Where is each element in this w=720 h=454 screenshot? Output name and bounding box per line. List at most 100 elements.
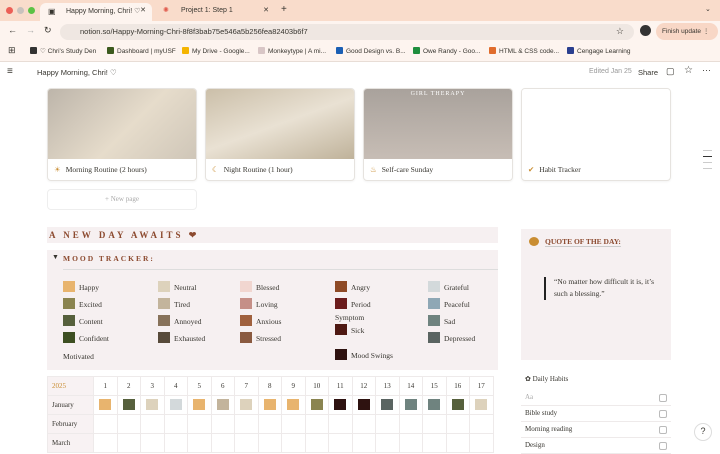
gallery-card[interactable]: ☾ Night Routine (1 hour)	[205, 88, 355, 181]
calendar-cell[interactable]	[93, 395, 118, 415]
toggle-triangle-icon[interactable]: ▼	[52, 254, 59, 261]
calendar-cell[interactable]	[210, 395, 235, 415]
calendar-cell[interactable]	[351, 395, 376, 415]
calendar-cell[interactable]	[187, 414, 212, 434]
calendar-cell[interactable]	[281, 395, 306, 415]
calendar-cell[interactable]	[469, 395, 494, 415]
apps-grid-icon[interactable]: ⊞	[8, 45, 16, 56]
bookmark-item[interactable]: Cengage Learning	[567, 47, 631, 55]
back-icon[interactable]: ←	[8, 25, 17, 35]
bookmark-item[interactable]: Owe Randy - Goo...	[413, 47, 480, 55]
calendar-cell[interactable]	[422, 395, 447, 415]
toc-marker[interactable]	[703, 150, 712, 151]
calendar-cell[interactable]	[375, 414, 400, 434]
mood-cell	[287, 398, 300, 410]
comments-icon[interactable]: ▢	[666, 66, 675, 77]
calendar-cell[interactable]	[116, 414, 141, 434]
close-window-button[interactable]	[6, 7, 13, 14]
bookmark-item[interactable]: HTML & CSS code...	[489, 47, 559, 55]
calendar-cell[interactable]	[328, 414, 353, 434]
habit-checkbox[interactable]	[659, 426, 667, 434]
calendar-cell[interactable]	[351, 414, 376, 434]
calendar-cell[interactable]	[328, 395, 353, 415]
calendar-cell[interactable]	[281, 414, 306, 434]
calendar-cell[interactable]	[140, 395, 165, 415]
calendar-cell[interactable]	[398, 414, 423, 434]
card-title: Night Routine (1 hour)	[223, 165, 293, 174]
gallery-card[interactable]: ☀ Morning Routine (2 hours)	[47, 88, 197, 181]
calendar-cell[interactable]	[163, 414, 188, 434]
mood-label: Sad	[444, 317, 456, 326]
maximize-window-button[interactable]	[28, 7, 35, 14]
bookmark-item[interactable]: Good Design vs. B...	[336, 47, 406, 55]
mood-legend-item: Excited	[63, 298, 102, 309]
share-button[interactable]: Share	[638, 68, 658, 77]
calendar-cell[interactable]	[445, 414, 470, 434]
calendar-cell[interactable]	[398, 395, 423, 415]
more-options-icon[interactable]: ···	[702, 65, 711, 75]
calendar-cell[interactable]	[187, 395, 212, 415]
url-bar[interactable]: notion.so/Happy-Morning-Chri-8f8f3bab75e…	[60, 24, 634, 40]
gallery-card[interactable]: ✔ Habit Tracker	[521, 88, 671, 181]
bookmark-item[interactable]: Monkeytype | A mi...	[258, 47, 326, 55]
calendar-cell[interactable]	[304, 414, 329, 434]
calendar-cell[interactable]	[234, 414, 259, 434]
favorite-star-icon[interactable]: ☆	[684, 65, 693, 76]
mood-swatch	[158, 315, 170, 326]
new-tab-button[interactable]: +	[281, 4, 287, 15]
moon-icon: ☾	[212, 165, 219, 174]
bookmark-item[interactable]: Dashboard | myUSF	[107, 47, 176, 55]
new-page-button[interactable]: + New page	[47, 189, 197, 210]
calendar-cell[interactable]	[422, 414, 447, 434]
gallery-card[interactable]: GIRL THERAPY ♨ Self-care Sunday	[363, 88, 513, 181]
mood-legend-item: Angry	[335, 281, 370, 292]
calendar-cell[interactable]	[93, 414, 118, 434]
card-cover-image	[522, 89, 670, 159]
profile-avatar[interactable]	[640, 25, 651, 36]
close-tab-icon[interactable]: ✕	[263, 6, 269, 14]
calendar-cell[interactable]	[163, 395, 188, 415]
mood-cell	[404, 398, 417, 410]
habit-row[interactable]: Bible study	[521, 406, 671, 422]
calendar-cell[interactable]	[210, 414, 235, 434]
mood-legend-item: Depressed	[428, 332, 475, 343]
finish-update-button[interactable]: Finish update ⋮	[656, 23, 718, 40]
calendar-cell[interactable]	[257, 395, 282, 415]
habit-row[interactable]: Morning reading	[521, 422, 671, 438]
habit-checkbox[interactable]	[659, 442, 667, 450]
bookmark-star-icon[interactable]: ☆	[616, 26, 624, 37]
menu-icon[interactable]: ≡	[7, 66, 13, 77]
bookmark-favicon-icon	[107, 47, 114, 54]
bookmark-favicon-icon	[413, 47, 420, 54]
browser-tab[interactable]: ✺ Project 1: Step 1 ✕	[155, 3, 275, 21]
mood-legend-item: Blessed	[240, 281, 279, 292]
toc-marker[interactable]	[703, 162, 712, 163]
habit-row[interactable]: Design	[521, 438, 671, 454]
tab-list-chevron-icon[interactable]: ⌄	[705, 5, 711, 13]
bookmark-item[interactable]: My Drive - Google...	[182, 47, 250, 55]
mood-label: Period	[351, 300, 371, 309]
calendar-cell[interactable]	[140, 414, 165, 434]
habit-checkbox[interactable]	[659, 410, 667, 418]
calendar-cell[interactable]	[445, 395, 470, 415]
browser-tab-active[interactable]: ▣ Happy Morning, Chri! ♡ ✕	[40, 3, 152, 21]
toc-marker[interactable]	[703, 156, 712, 157]
help-button[interactable]: ?	[694, 423, 712, 441]
toc-marker[interactable]	[703, 168, 712, 169]
page-breadcrumb[interactable]: Happy Morning, Chri! ♡	[37, 68, 117, 77]
calendar-cell[interactable]	[116, 395, 141, 415]
minimize-window-button[interactable]	[17, 7, 24, 14]
forward-icon[interactable]: →	[26, 25, 35, 35]
mood-label: Content	[79, 317, 103, 326]
calendar-cell[interactable]	[234, 395, 259, 415]
calendar-cell[interactable]	[469, 414, 494, 434]
calendar-cell[interactable]	[375, 395, 400, 415]
bookmark-item[interactable]: ♡ Chri's Study Den	[30, 47, 96, 55]
mood-swatch	[63, 332, 75, 343]
reload-icon[interactable]: ↻	[44, 25, 52, 36]
calendar-day-header: 12	[351, 376, 376, 396]
calendar-cell[interactable]	[257, 414, 282, 434]
close-tab-icon[interactable]: ✕	[140, 6, 146, 14]
card-title-row: ☾ Night Routine (1 hour)	[206, 159, 354, 180]
calendar-cell[interactable]	[304, 395, 329, 415]
